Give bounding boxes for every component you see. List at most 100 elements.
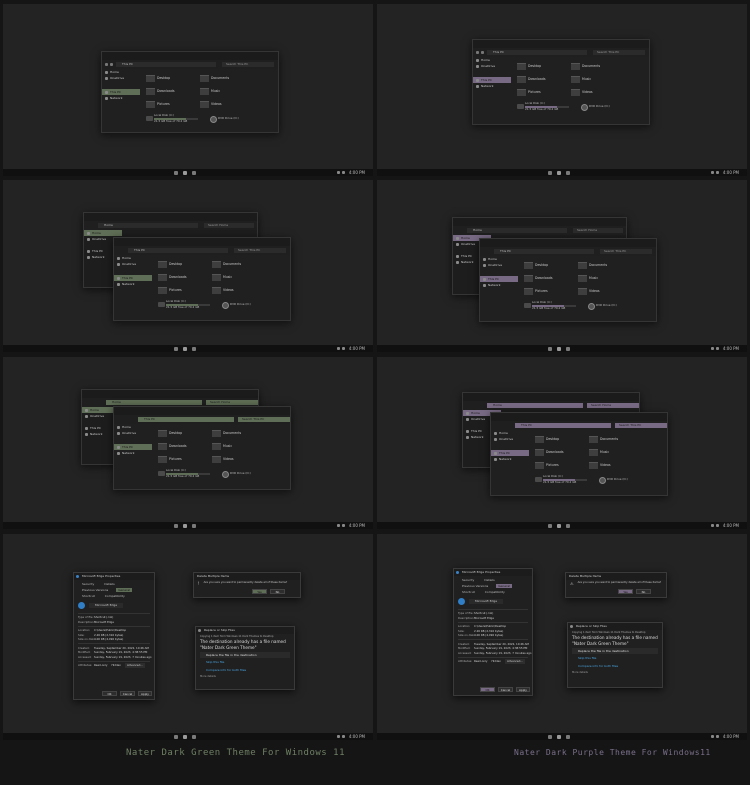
ok-button[interactable]: OK (480, 687, 495, 692)
cancel-button[interactable]: Cancel (120, 691, 135, 696)
folder-documents[interactable]: Documents (570, 61, 626, 71)
properties-dialog[interactable]: Microsoft Edge Properties Security Detai… (453, 568, 533, 696)
tab-security[interactable]: Security (460, 578, 476, 582)
readonly-checkbox[interactable]: Read-only (474, 659, 487, 664)
volume-icon[interactable] (716, 734, 719, 738)
dialog-title[interactable]: Replace or Skip Files (568, 623, 662, 630)
address-bar[interactable]: This PC (116, 62, 216, 67)
replace-option[interactable]: Replace the file in the destination (572, 647, 658, 654)
start-icon[interactable] (548, 734, 552, 739)
explorer-window[interactable]: This PC Search This PC Home OneDrive Thi… (490, 412, 668, 496)
start-icon[interactable] (174, 346, 178, 351)
drive-c[interactable]: Local Disk (C:) 21.5 GB free of 79.2 GB (157, 299, 217, 312)
sidebar-item-onedrive[interactable]: OneDrive (114, 261, 152, 267)
settings-taskbar-icon[interactable] (192, 170, 196, 175)
dialog-title[interactable]: Microsoft Edge Properties (454, 569, 532, 576)
folder-documents[interactable]: Documents (199, 73, 255, 83)
replace-dialog[interactable]: Replace or Skip Files Copying 1 item fro… (195, 626, 295, 690)
more-details-link[interactable]: More details (568, 670, 662, 675)
title-bar[interactable] (480, 239, 656, 256)
explorer-window[interactable]: This PC Search This PC Home OneDrive Thi… (113, 237, 291, 321)
title-bar[interactable] (114, 238, 290, 255)
sidebar-item-network[interactable]: Network (114, 281, 152, 287)
apply-button[interactable]: Apply (138, 691, 152, 696)
forward-icon[interactable] (481, 50, 484, 54)
folder-music[interactable]: Music (211, 441, 267, 451)
folder-downloads[interactable]: Downloads (157, 441, 213, 451)
hidden-checkbox[interactable]: Hidden (111, 663, 121, 668)
drive-d[interactable]: DVD Drive (D:) (221, 300, 281, 312)
ok-button[interactable]: OK (102, 691, 117, 696)
tab-general[interactable]: General (496, 584, 513, 588)
window-controls[interactable] (651, 415, 665, 430)
delete-dialog[interactable]: Delete Multiple Items ! Are you sure you… (193, 572, 301, 598)
window-controls[interactable] (633, 42, 647, 57)
window-controls[interactable] (623, 395, 637, 410)
window-controls[interactable] (262, 54, 276, 69)
folder-desktop[interactable]: Desktop (157, 259, 213, 269)
start-icon[interactable] (548, 170, 552, 175)
address-bar[interactable]: Home (487, 403, 583, 408)
sidebar-item-network[interactable]: Network (114, 450, 152, 456)
title-bar[interactable] (453, 218, 626, 235)
explorer-taskbar-icon[interactable] (557, 734, 561, 739)
volume-icon[interactable] (716, 170, 719, 174)
folder-videos[interactable]: Videos (211, 454, 267, 464)
drive-c[interactable]: Local Disk (C:) 21.5 GB free of 79.2 GB (534, 474, 594, 487)
folder-pictures[interactable]: Pictures (157, 285, 213, 295)
settings-taskbar-icon[interactable] (192, 346, 196, 351)
tray-icon[interactable] (337, 346, 340, 350)
search-input[interactable]: Search This PC (615, 423, 667, 428)
start-icon[interactable] (548, 523, 552, 528)
forward-icon[interactable] (110, 62, 113, 66)
back-icon[interactable] (476, 50, 479, 54)
tray-icon[interactable] (711, 523, 714, 527)
drive-d[interactable]: DVD Drive (D:) (598, 475, 658, 487)
window-controls[interactable] (242, 392, 256, 407)
explorer-window[interactable]: This PC Search This PC Home OneDrive Thi… (101, 51, 279, 133)
folder-downloads[interactable]: Downloads (516, 74, 572, 84)
settings-taskbar-icon[interactable] (566, 523, 570, 528)
delete-dialog[interactable]: Delete Multiple Items ⚠ Are you sure you… (565, 572, 667, 598)
folder-music[interactable]: Music (211, 272, 267, 282)
no-button[interactable]: No (636, 589, 651, 594)
dialog-title[interactable]: Microsoft Edge Properties (74, 573, 154, 580)
settings-taskbar-icon[interactable] (192, 523, 196, 528)
skip-option[interactable]: Skip this file (200, 659, 290, 665)
title-bar[interactable] (102, 52, 278, 69)
folder-desktop[interactable]: Desktop (145, 73, 201, 83)
folder-downloads[interactable]: Downloads (145, 86, 201, 96)
folder-music[interactable]: Music (570, 74, 626, 84)
folder-pictures[interactable]: Pictures (523, 286, 579, 296)
file-name-field[interactable]: Microsoft Edge (89, 603, 124, 608)
yes-button[interactable]: Yes (618, 589, 633, 594)
explorer-window[interactable]: This PC Search This PC Home OneDrive Thi… (113, 406, 291, 490)
apply-button[interactable]: Apply (516, 687, 530, 692)
drive-d[interactable]: DVD Drive (D:) (209, 114, 269, 126)
address-bar[interactable]: This PC (494, 249, 594, 254)
sidebar-item-network[interactable]: Network (102, 95, 140, 101)
tab-general[interactable]: General (116, 588, 133, 592)
clock[interactable]: 4:00 PM (349, 170, 365, 175)
back-icon[interactable] (105, 62, 108, 66)
folder-downloads[interactable]: Downloads (523, 273, 579, 283)
address-bar[interactable]: Home (467, 228, 567, 233)
drive-d[interactable]: DVD Drive (D:) (580, 102, 640, 114)
title-bar[interactable] (84, 213, 257, 230)
start-icon[interactable] (174, 734, 178, 739)
settings-taskbar-icon[interactable] (566, 346, 570, 351)
volume-icon[interactable] (716, 523, 719, 527)
address-bar[interactable]: This PC (487, 50, 587, 55)
tab-compatibility[interactable]: Compatibility (483, 590, 507, 594)
folder-music[interactable]: Music (588, 447, 644, 457)
sidebar-item-network[interactable]: Network (480, 282, 518, 288)
folder-videos[interactable]: Videos (211, 285, 267, 295)
tab-details[interactable]: Details (482, 578, 496, 582)
folder-downloads[interactable]: Downloads (534, 447, 590, 457)
start-icon[interactable] (174, 523, 178, 528)
file-name-field[interactable]: Microsoft Edge (469, 599, 504, 604)
tray-icon[interactable] (337, 734, 340, 738)
title-bar[interactable] (114, 407, 290, 424)
clock[interactable]: 4:00 PM (723, 734, 739, 739)
explorer-window[interactable]: This PC Search This PC Home OneDrive Thi… (479, 238, 657, 322)
